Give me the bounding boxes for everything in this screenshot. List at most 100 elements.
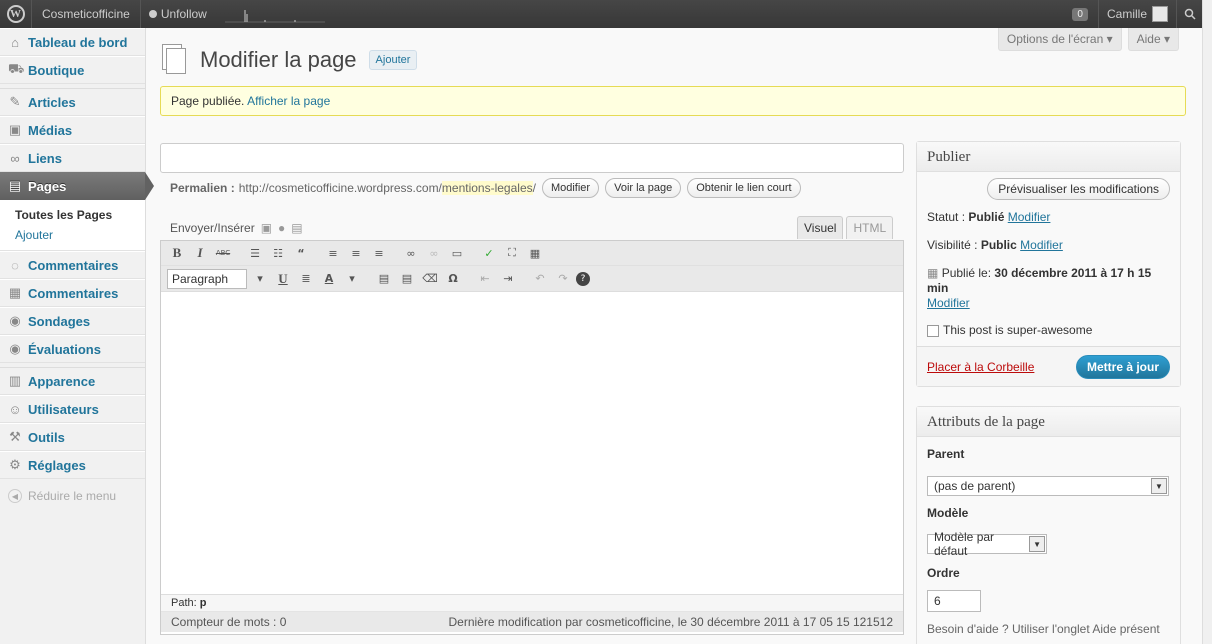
collapse-arrow-icon: ◀ — [8, 489, 22, 503]
site-name-link[interactable]: Cosmeticofficine — [32, 0, 141, 28]
unlink-icon[interactable]: ∞ — [424, 243, 444, 263]
page-attributes-box: Attributs de la page Parent (pas de pare… — [916, 406, 1181, 644]
align-right-icon[interactable]: ≡ — [369, 243, 389, 263]
italic-button[interactable]: I — [190, 243, 210, 263]
undo-icon[interactable]: ↶ — [530, 269, 550, 289]
underline-button[interactable]: U — [273, 269, 293, 289]
align-center-icon[interactable]: ≡ — [346, 243, 366, 263]
awesome-checkbox-row[interactable]: This post is super-awesome — [917, 323, 1180, 337]
edit-date-link[interactable]: Modifier — [927, 296, 970, 310]
fullscreen-icon[interactable]: ⛶ — [502, 243, 522, 263]
menu-item-appearance[interactable]: ▥ Apparence — [0, 367, 145, 395]
help-text: Besoin d'aide ? Utiliser l'onglet Aide p… — [927, 622, 1160, 636]
strikethrough-button[interactable]: ABC — [213, 243, 233, 263]
format-select[interactable]: Paragraph — [167, 268, 247, 289]
submenu-add-page[interactable]: Ajouter — [15, 225, 145, 245]
menu-item-comments[interactable]: ◌ Commentaires — [0, 251, 145, 279]
outdent-icon[interactable]: ⇤ — [475, 269, 495, 289]
update-button[interactable]: Mettre à jour — [1075, 354, 1170, 379]
edit-status-link[interactable]: Modifier — [1008, 210, 1051, 224]
title-input[interactable] — [160, 143, 904, 173]
eraser-icon[interactable]: ⌫ — [420, 269, 440, 289]
menu-item-links[interactable]: ∞ Liens — [0, 144, 145, 172]
paste-text-icon[interactable]: ▤ — [374, 269, 394, 289]
link-icon[interactable]: ∞ — [401, 243, 421, 263]
user-menu[interactable]: Camille — [1097, 0, 1176, 28]
view-page-link[interactable]: Afficher la page — [247, 94, 330, 108]
page-icon — [160, 44, 188, 76]
status-row: Statut : Publié Modifier — [927, 210, 1051, 224]
tab-visual[interactable]: Visuel — [797, 216, 844, 239]
updated-notice: Page publiée. Afficher la page — [160, 86, 1186, 116]
edit-visibility-link[interactable]: Modifier — [1020, 238, 1063, 252]
view-page-button[interactable]: Voir la page — [605, 178, 682, 198]
menu-item-posts[interactable]: ✎ Articles — [0, 88, 145, 116]
more-tag-icon[interactable]: ▭ — [447, 243, 467, 263]
kitchen-sink-icon[interactable]: ▦ — [525, 243, 545, 263]
trash-link[interactable]: Placer à la Corbeille — [927, 360, 1034, 374]
wordpress-logo-icon[interactable]: W — [0, 0, 32, 28]
page-scrollbar[interactable] — [1202, 0, 1212, 644]
menu-item-media[interactable]: ▣ Médias — [0, 116, 145, 144]
template-select[interactable]: Modèle par défaut ▼ — [927, 530, 1047, 558]
menu-item-ratings[interactable]: ◉ Évaluations — [0, 335, 145, 363]
comment-count-badge[interactable]: 0 — [1072, 7, 1088, 21]
editor-content-area[interactable] — [161, 291, 903, 595]
align-left-icon[interactable]: ≡ — [323, 243, 343, 263]
numbered-list-icon[interactable]: ☷ — [268, 243, 288, 263]
spellcheck-icon[interactable]: ✓ — [479, 243, 499, 263]
menu-item-polls[interactable]: ◉ Sondages — [0, 307, 145, 335]
permalink-slug[interactable]: mentions-legales — [441, 181, 533, 195]
menu-item-dashboard[interactable]: ⌂ Tableau de bord — [0, 28, 145, 56]
menu-item-settings[interactable]: ⚙ Réglages — [0, 451, 145, 479]
permalink-row: Permalien : http://cosmeticofficine.word… — [170, 178, 801, 198]
publish-box: Publier Prévisualiser les modifications … — [916, 141, 1181, 387]
text-color-dropdown-icon[interactable]: ▾ — [342, 269, 362, 289]
editor-footer: Compteur de mots : 0 Dernière modificati… — [161, 612, 903, 632]
menu-item-pages[interactable]: ▤ Pages — [0, 172, 154, 200]
editor: B I ABC ☰ ☷ “ ≡ ≡ ≡ ∞ ∞ ▭ ✓ ⛶ ▦ Paragrap… — [160, 240, 904, 635]
special-char-icon[interactable]: Ω — [443, 269, 463, 289]
submenu-all-pages[interactable]: Toutes les Pages — [15, 205, 145, 225]
editor-toolbar-2: Paragraph ▾ U ≣ A ▾ ▤ ▤ ⌫ Ω ⇤ ⇥ ↶ ↷ ? — [161, 266, 903, 291]
tab-html[interactable]: HTML — [846, 216, 894, 239]
menu-item-tools[interactable]: ⚒ Outils — [0, 423, 145, 451]
add-new-button[interactable]: Ajouter — [368, 50, 418, 70]
add-image-icon[interactable]: ▣ — [261, 221, 272, 235]
edit-permalink-button[interactable]: Modifier — [541, 178, 600, 198]
link-icon: ∞ — [10, 150, 20, 166]
menu-item-comments-2[interactable]: ▦ Commentaires — [0, 279, 145, 307]
word-count: Compteur de mots : 0 — [171, 615, 287, 629]
published-date-row: ▦ Publié le: 30 décembre 2011 à 17 h 15 … — [927, 266, 1152, 310]
add-gallery-icon[interactable]: ▤ — [291, 221, 302, 235]
awesome-checkbox[interactable] — [927, 324, 939, 337]
add-media-icon[interactable]: ● — [278, 221, 285, 235]
justify-icon[interactable]: ≣ — [296, 269, 316, 289]
get-shortlink-button[interactable]: Obtenir le lien court — [687, 178, 801, 198]
search-icon[interactable] — [1176, 0, 1202, 28]
menu-item-users[interactable]: ☺ Utilisateurs — [0, 395, 145, 423]
stats-sparkline[interactable] — [224, 4, 325, 24]
collapse-menu-button[interactable]: ◀ Réduire le menu — [0, 479, 145, 513]
preview-changes-button[interactable]: Prévisualiser les modifications — [987, 178, 1170, 200]
help-tab[interactable]: Aide ▾ — [1127, 28, 1179, 51]
page-title: Modifier la page — [200, 47, 357, 72]
blockquote-icon[interactable]: “ — [291, 243, 311, 263]
help-icon[interactable]: ? — [576, 271, 590, 286]
screen-options-tab[interactable]: Options de l'écran ▾ — [997, 28, 1122, 51]
admin-menu: ⌂ Tableau de bord ⛟ Boutique ✎ Articles ▣ Mé… — [0, 28, 154, 644]
bold-button[interactable]: B — [167, 243, 187, 263]
unfollow-button[interactable]: Unfollow — [141, 0, 215, 28]
order-input[interactable]: 6 — [927, 590, 981, 612]
menu-item-shop[interactable]: ⛟ Boutique — [0, 56, 145, 84]
redo-icon[interactable]: ↷ — [553, 269, 573, 289]
unfollow-dot-icon — [148, 10, 157, 18]
text-color-icon[interactable]: A — [319, 269, 339, 289]
pin-icon: ✎ — [9, 94, 21, 109]
users-icon: ☺ — [8, 401, 22, 417]
format-dropdown-icon[interactable]: ▾ — [250, 269, 270, 289]
bullet-list-icon[interactable]: ☰ — [245, 243, 265, 263]
indent-icon[interactable]: ⇥ — [498, 269, 518, 289]
paste-word-icon[interactable]: ▤ — [397, 269, 417, 289]
parent-select[interactable]: (pas de parent) ▼ — [927, 476, 1169, 496]
